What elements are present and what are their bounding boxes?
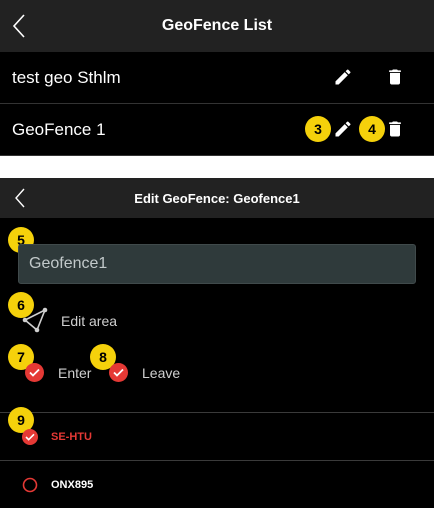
enter-checkbox[interactable] xyxy=(25,363,44,382)
edit-geofence-screen: Edit GeoFence: Geofence1 5 Geofence1 6 E… xyxy=(0,178,434,508)
vehicle-name[interactable]: ONX895 xyxy=(51,479,93,491)
back-button[interactable] xyxy=(12,0,26,52)
list-item[interactable]: test geo Sthlm xyxy=(0,52,434,104)
back-chevron-icon xyxy=(15,188,25,208)
check-icon xyxy=(29,368,40,377)
back-button[interactable] xyxy=(14,178,26,218)
delete-button[interactable] xyxy=(384,66,406,88)
vehicle-name[interactable]: SE-HTU xyxy=(51,431,92,443)
edit-button[interactable] xyxy=(332,118,354,140)
divider xyxy=(0,412,434,413)
polygon-icon xyxy=(22,307,48,333)
divider xyxy=(0,460,434,461)
page-title: Edit GeoFence: Geofence1 xyxy=(134,190,300,206)
enter-label: Enter xyxy=(58,365,92,381)
pencil-icon xyxy=(335,121,351,137)
edit-area-label[interactable]: Edit area xyxy=(61,313,117,329)
geofence-list-screen: GeoFence List test geo Sthlm GeoFence 1 … xyxy=(0,0,434,156)
vehicle-checkbox-se-htu[interactable] xyxy=(22,429,38,445)
check-icon xyxy=(25,433,35,441)
back-chevron-icon xyxy=(12,14,25,38)
check-icon xyxy=(113,368,124,377)
edit-area-button[interactable] xyxy=(20,306,50,334)
list-header: GeoFence List xyxy=(0,0,434,52)
leave-label: Leave xyxy=(142,365,181,381)
vehicle-radio-onx895[interactable] xyxy=(22,477,38,493)
pencil-icon xyxy=(335,69,351,85)
delete-button[interactable] xyxy=(384,118,406,140)
trash-icon xyxy=(389,121,401,137)
callout-badge: 3 xyxy=(305,116,331,142)
edit-header: Edit GeoFence: Geofence1 xyxy=(0,178,434,218)
callout-badge: 4 xyxy=(359,116,385,142)
radio-icon xyxy=(22,477,38,493)
leave-checkbox[interactable] xyxy=(109,363,128,382)
page-title: GeoFence List xyxy=(161,17,273,34)
trash-icon xyxy=(389,69,401,85)
list-item[interactable]: GeoFence 1 3 4 xyxy=(0,104,434,156)
geofence-name-value: Geofence1 xyxy=(29,255,108,272)
edit-button[interactable] xyxy=(332,66,354,88)
geofence-name: GeoFence 1 xyxy=(12,119,106,139)
geofence-name: test geo Sthlm xyxy=(12,67,121,87)
geofence-name-input[interactable]: Geofence1 xyxy=(18,244,416,284)
